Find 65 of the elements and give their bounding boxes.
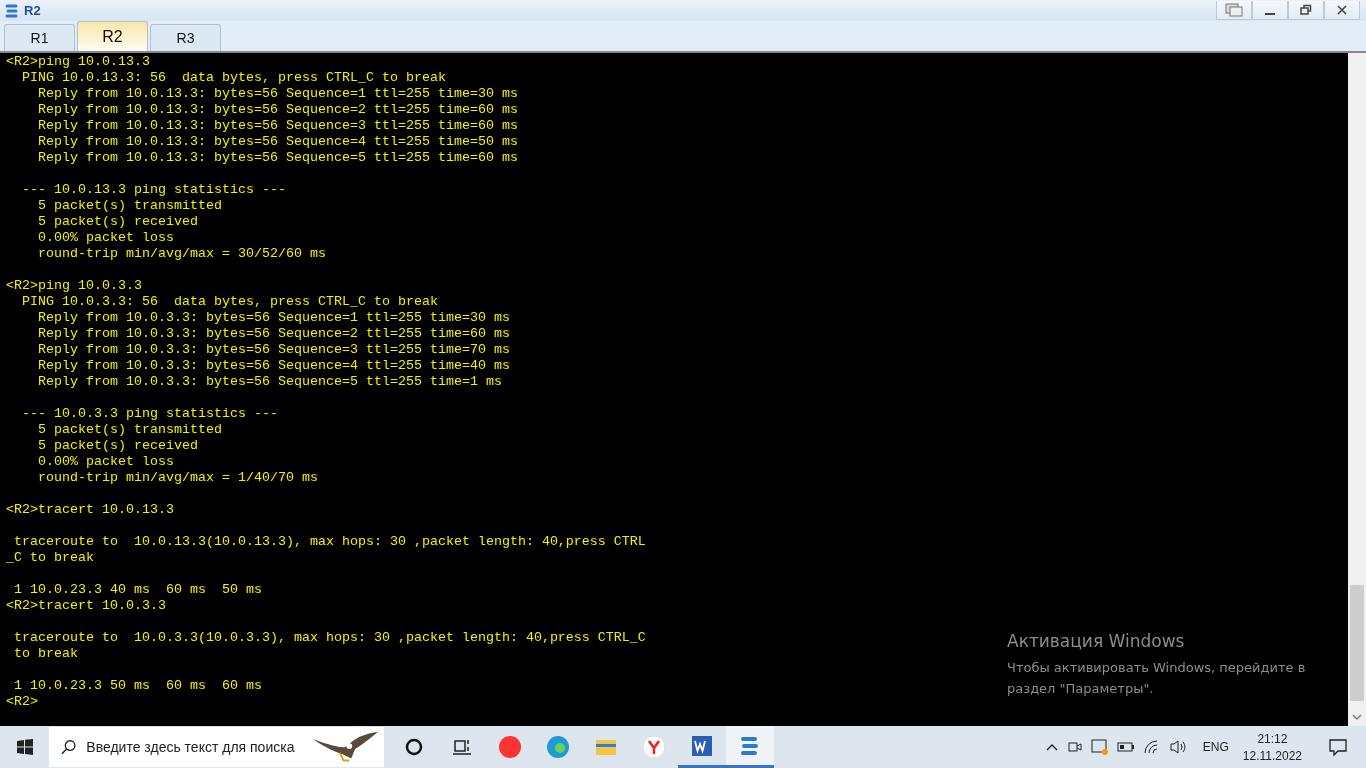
restore-button[interactable] (1288, 1, 1324, 20)
terminal-line: Reply from 10.0.13.3: bytes=56 Sequence=3 ttl=255 time=60 ms (37, 118, 518, 134)
terminal-line: Reply from 10.0.3.3: bytes=56 Sequence=3 ttl=255 time=70 ms (37, 342, 510, 358)
device-tab[interactable]: R1 (4, 24, 75, 51)
terminal-line: 1 10.0.23.3 40 ms 60 ms 50 ms (13, 582, 262, 598)
monitor-icon[interactable] (1090, 738, 1109, 756)
terminal-line: traceroute to 10.0.13.3(10.0.13.3), max hops: 30 ,packet length: 40,press CTRL (13, 534, 646, 550)
terminal-line: --- 10.0.3.3 ping statistics --- (21, 406, 278, 422)
terminal-line: traceroute to 10.0.3.3(10.0.3.3), max hops: 30 ,packet length: 40,press CTRL_C (13, 630, 646, 646)
terminal-line: 5 packet(s) transmitted (37, 198, 222, 214)
terminal-line: <R2> (6, 694, 38, 710)
windows-start-icon[interactable] (17, 739, 33, 755)
search-field[interactable]: Введите здесь текст для поиска (49, 727, 384, 767)
terminal-line: 5 packet(s) transmitted (37, 422, 222, 438)
speaker-icon[interactable] (1168, 739, 1189, 755)
clock-date[interactable]: 12.11.2022 (1242, 748, 1302, 763)
tile-windows-button[interactable] (1216, 1, 1252, 20)
scrollbar[interactable] (1348, 53, 1366, 726)
notification-icon[interactable] (1328, 738, 1348, 756)
terminal-line: Reply from 10.0.3.3: bytes=56 Sequence=1 ttl=255 time=30 ms (37, 310, 510, 326)
terminal-line: Reply from 10.0.3.3: bytes=56 Sequence=5 ttl=255 time=1 ms (37, 374, 502, 390)
windows-icon (1225, 3, 1243, 17)
terminal-line: Reply from 10.0.3.3: bytes=56 Sequence=2 ttl=255 time=60 ms (37, 326, 510, 342)
minimize-button[interactable] (1252, 1, 1288, 20)
word-icon (690, 733, 714, 758)
clock-time[interactable]: 21:12 (1257, 731, 1288, 746)
terminal-line: <R2>ping 10.0.13.3 (6, 54, 150, 70)
activation-text: раздел "Параметры". (1007, 680, 1155, 698)
search-input[interactable]: Введите здесь текст для поиска (86, 739, 301, 755)
search-icon (61, 739, 77, 755)
device-tab[interactable]: R3 (150, 24, 221, 51)
terminal-line: 0.00% packet loss (37, 454, 174, 470)
terminal-line: --- 10.0.13.3 ping statistics --- (21, 182, 286, 198)
terminal-line: Reply from 10.0.13.3: bytes=56 Sequence=1 ttl=255 time=30 ms (37, 86, 518, 102)
terminal-line: _C to break (6, 550, 94, 566)
terminal-line: <R2>tracert 10.0.3.3 (6, 598, 166, 614)
chevron-up-icon[interactable] (1044, 742, 1059, 752)
terminal-line: PING 10.0.13.3: 56 data bytes, press CTRL_C to break (21, 70, 446, 86)
camera-icon[interactable] (1066, 739, 1083, 755)
terminal-line: 5 packet(s) received (37, 438, 198, 454)
terminal-line: <R2>ping 10.0.3.3 (6, 278, 142, 294)
activation-text: Чтобы активировать Windows, перейдите в (1007, 659, 1306, 677)
terminal-line: round-trip min/avg/max = 30/52/60 ms (37, 246, 326, 262)
terminal-line: Reply from 10.0.13.3: bytes=56 Sequence=4 ttl=255 time=50 ms (37, 134, 518, 150)
minimize-icon (1265, 13, 1275, 15)
language-indicator[interactable]: ENG (1202, 740, 1229, 754)
y-browser-icon (642, 735, 666, 759)
terminal-line: 1 10.0.23.3 50 ms 60 ms 60 ms (13, 678, 262, 694)
terminal-line: round-trip min/avg/max = 1/40/70 ms (37, 470, 318, 486)
terminal-line: <R2>tracert 10.0.13.3 (6, 502, 174, 518)
terminal-line: 0.00% packet loss (37, 230, 174, 246)
terminal-line: PING 10.0.3.3: 56 data bytes, press CTRL_C to break (21, 294, 438, 310)
restore-icon (1300, 4, 1312, 16)
close-icon (1336, 4, 1348, 16)
terminal-line: Reply from 10.0.13.3: bytes=56 Sequence=2 ttl=255 time=60 ms (37, 102, 518, 118)
window-title: R2 (24, 3, 41, 18)
device-tab[interactable]: R2 (77, 21, 148, 51)
activation-title: Активация Windows (1007, 631, 1186, 651)
terminal-line: Reply from 10.0.13.3: bytes=56 Sequence=5 ttl=255 time=60 ms (37, 150, 518, 166)
close-button[interactable] (1324, 1, 1360, 20)
terminal-line: Reply from 10.0.3.3: bytes=56 Sequence=4 ttl=255 time=40 ms (37, 358, 510, 374)
battery-icon[interactable] (1116, 741, 1135, 753)
terminal-line: to break (13, 646, 78, 662)
scrollbar-thumb[interactable] (1350, 585, 1364, 701)
terminal-line: 5 packet(s) received (37, 214, 198, 230)
